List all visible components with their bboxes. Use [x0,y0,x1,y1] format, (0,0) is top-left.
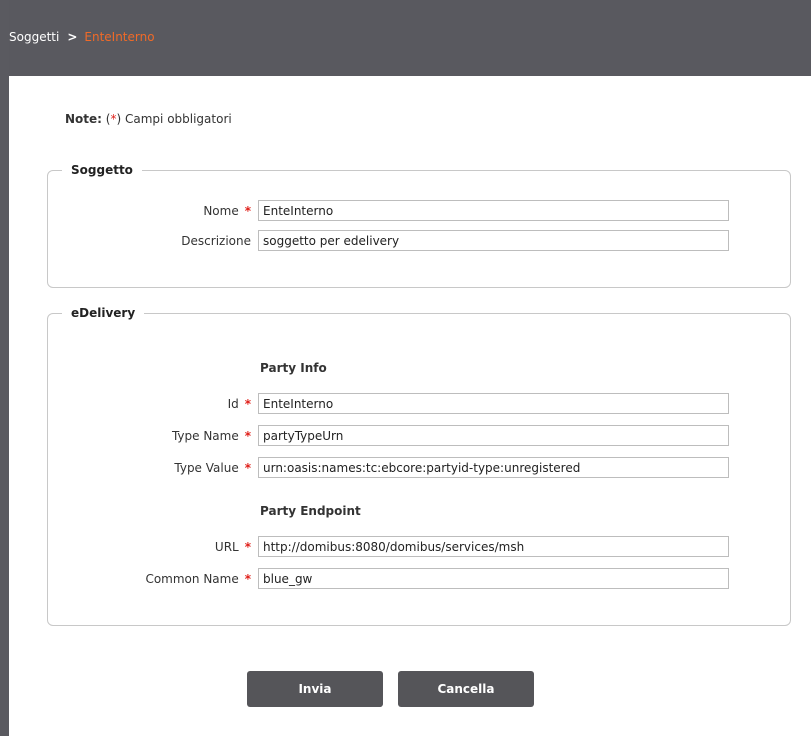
id-label: Id * [227,397,251,411]
url-input[interactable] [258,536,729,557]
descrizione-input[interactable] [258,230,729,251]
edelivery-fieldset: eDelivery Party Info Id* Type Name* Type… [47,304,792,626]
common-name-label: Common Name * [145,572,251,586]
type-value-input[interactable] [258,457,729,478]
edelivery-legend: eDelivery [62,304,145,322]
required-asterisk: * [244,572,251,586]
soggetto-fieldset: Soggetto Nome* Descrizione [47,161,792,288]
required-asterisk: * [244,204,251,218]
nome-input[interactable] [258,200,729,221]
common-name-row: Common Name * [48,568,792,590]
descrizione-label: Descrizione [181,234,251,248]
party-endpoint-heading: Party Endpoint [260,504,361,518]
type-name-label: Type Name * [171,429,251,443]
breadcrumb: Soggetti > EnteInterno [9,30,155,44]
note-text: Campi obbligatori [125,112,232,126]
type-value-label: Type Value * [174,461,251,475]
cancella-button[interactable]: Cancella [398,671,534,707]
required-asterisk: * [244,429,251,443]
url-row: URL * [48,536,792,558]
breadcrumb-separator-icon: > [67,30,78,44]
type-value-row: Type Value * [48,457,792,479]
breadcrumb-soggetti-link[interactable]: Soggetti [9,30,59,44]
required-fields-note: Note: (*) Campi obbligatori [65,112,232,126]
required-asterisk: * [244,397,251,411]
type-name-input[interactable] [258,425,729,446]
required-asterisk: * [244,540,251,554]
left-sidebar-strip [0,0,9,736]
id-input[interactable] [258,393,729,414]
top-header-bar: Soggetti > EnteInterno [0,0,811,76]
nome-row: Nome * [48,200,792,222]
note-close-paren: ) [116,112,122,126]
id-row: Id * [48,393,792,415]
note-label: Note: [65,112,102,126]
breadcrumb-current: EnteInterno [84,30,155,44]
type-name-row: Type Name * [48,425,792,447]
invia-button[interactable]: Invia [247,671,383,707]
common-name-input[interactable] [258,568,729,589]
descrizione-row: Descrizione [48,230,792,252]
required-asterisk: * [244,461,251,475]
party-info-heading: Party Info [260,361,327,375]
soggetto-legend: Soggetto [62,161,142,179]
nome-label: Nome * [203,204,251,218]
url-label: URL * [214,540,251,554]
